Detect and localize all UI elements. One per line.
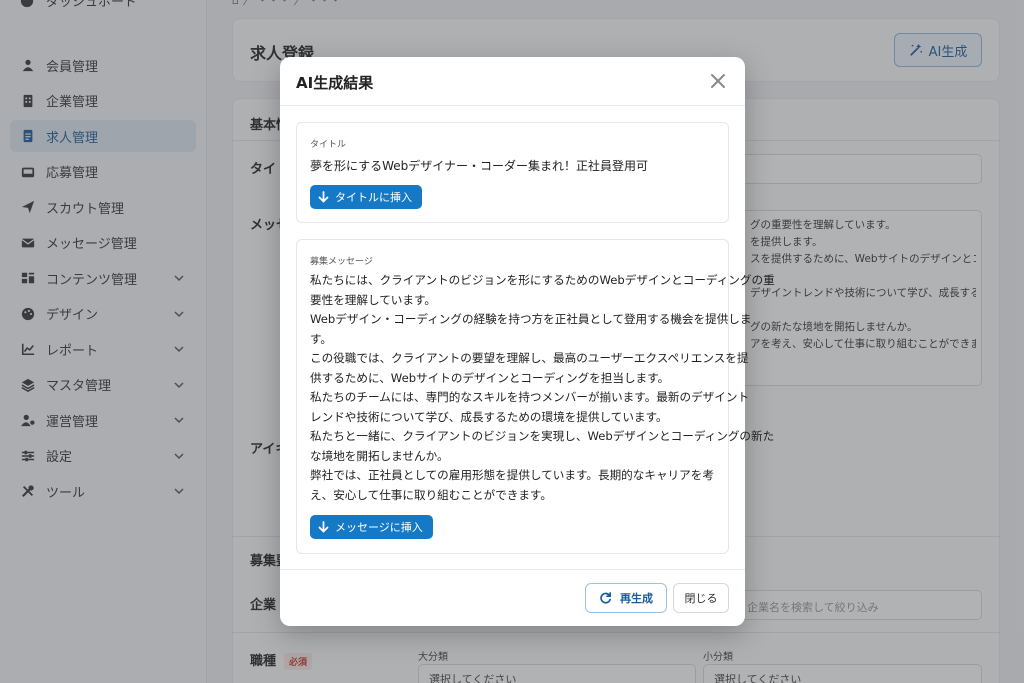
insert-message-label: メッセージに挿入 [335,521,423,534]
modal-title: AI生成結果 [296,74,374,92]
message-line: 私たちと一緒に、クライアントのビジョンを実現し、Webデザインとコーディングの新… [310,429,775,443]
message-line: す。 [310,331,333,346]
message-line: Webデザイン・コーディングの経験を持つ方を正社員として登用する機会を提供しま [310,312,752,326]
ai-result-modal: AI生成結果 タイトル 夢を形にするWebデザイナー・コーダー集まれ！正社員登用… [280,57,775,626]
title-section-label: タイトル [310,140,347,150]
insert-title-label: タイトルに挿入 [335,191,412,204]
generated-title-box: タイトル 夢を形にするWebデザイナー・コーダー集まれ！正社員登用可 タイトルに… [296,122,729,223]
insert-title-button[interactable]: タイトルに挿入 [310,185,422,209]
message-line: 私たちには、クライアントのビジョンを形にするためのWebデザインとコーディングの… [310,273,775,287]
message-section-label: 募集メッセージ [310,257,373,267]
regenerate-label: 再生成 [620,592,653,605]
message-line: 私たちのチームには、専門的なスキルを持つメンバーが揃います。最新のデザイント [310,390,750,404]
generated-title-text: 夢を形にするWebデザイナー・コーダー集まれ！正社員登用可 [310,159,649,173]
refresh-icon [600,591,611,604]
message-line: 弊社では、正社員としての雇用形態を提供しています。長期的なキャリアを考 [310,468,714,482]
message-line: 供するために、Webサイトのデザインとコーディングを担当します。 [310,370,670,385]
close-icon[interactable] [708,71,728,91]
message-line: な境地を開拓しませんか。 [310,448,449,463]
arrow-down-icon [318,521,329,533]
message-line: レンドや技術について学び、成長するための環境を提供しています。 [310,409,668,424]
message-line: 要性を理解しています。 [310,292,437,307]
message-line: この役職では、クライアントの要望を理解し、最高のユーザーエクスペリエンスを提 [310,351,749,365]
generated-message-text: 私たちには、クライアントのビジョンを形にするためのWebデザインとコーディングの… [310,271,775,505]
regenerate-button[interactable]: 再生成 [585,583,667,613]
arrow-down-icon [318,191,329,203]
message-line: え、安心して仕事に取り組むことができます。 [310,487,552,502]
generated-message-box: 募集メッセージ 私たちには、クライアントのビジョンを形にするためのWebデザイン… [296,239,775,554]
insert-message-button[interactable]: メッセージに挿入 [310,515,433,539]
close-button[interactable]: 閉じる [673,583,729,613]
